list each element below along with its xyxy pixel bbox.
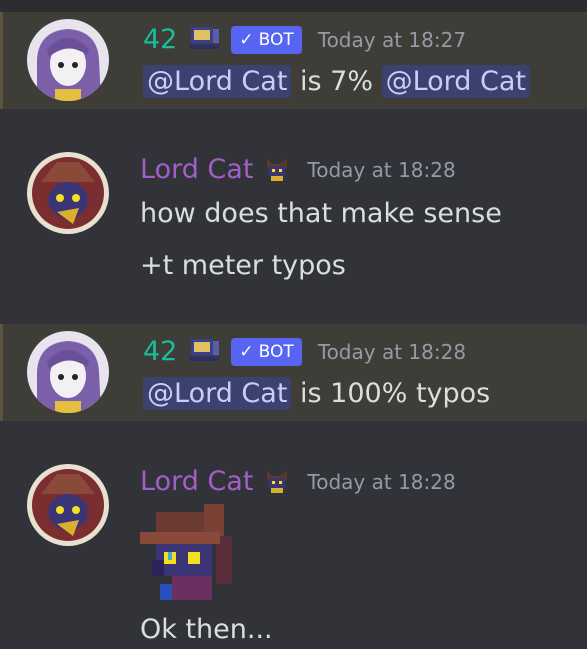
username[interactable]: Lord Cat: [140, 466, 253, 498]
bot-badge: ✓ BOT: [231, 338, 302, 366]
user-mention[interactable]: @Lord Cat: [143, 377, 292, 410]
username[interactable]: Lord Cat: [140, 154, 253, 186]
message-user-1[interactable]: Lord Cat Today at 18:28 how does that ma…: [0, 140, 587, 300]
cat-emoji-icon: [263, 154, 291, 186]
timestamp[interactable]: Today at 18:28: [307, 470, 455, 494]
username[interactable]: 42: [143, 24, 177, 56]
avatar[interactable]: [27, 152, 109, 234]
message-content: @Lord Cat is 100% typos: [143, 376, 490, 412]
top-divider: [0, 0, 587, 12]
message-content: @Lord Cat is 7% @Lord Cat: [143, 64, 531, 100]
computer-icon: [187, 25, 221, 55]
timestamp[interactable]: Today at 18:28: [318, 340, 466, 364]
user-mention[interactable]: @Lord Cat: [381, 65, 531, 98]
avatar[interactable]: [27, 331, 109, 413]
message-text: Ok then...: [140, 614, 273, 645]
message-text: is 7%: [300, 66, 373, 97]
timestamp[interactable]: Today at 18:27: [318, 28, 466, 52]
avatar[interactable]: [27, 19, 109, 101]
pixel-art-image[interactable]: [140, 504, 236, 604]
checkmark-icon: ✓: [239, 30, 254, 50]
message-text: is 100% typos: [300, 378, 491, 409]
timestamp[interactable]: Today at 18:28: [307, 158, 455, 182]
bot-badge-label: BOT: [258, 30, 294, 50]
user-mention[interactable]: @Lord Cat: [143, 65, 292, 98]
message-user-2[interactable]: Lord Cat Today at 18:28 Ok then...: [0, 452, 587, 649]
message-text: +t meter typos: [140, 250, 346, 281]
message-bot-1[interactable]: 42 ✓ BOT Today at 18:27 @Lord Cat is 7% …: [0, 12, 587, 109]
bot-badge: ✓ BOT: [231, 26, 302, 54]
avatar[interactable]: [27, 464, 109, 546]
message-text: how does that make sense: [140, 198, 502, 229]
checkmark-icon: ✓: [239, 342, 254, 362]
cat-emoji-icon: [263, 466, 291, 498]
message-bot-2[interactable]: 42 ✓ BOT Today at 18:28 @Lord Cat is 100…: [0, 324, 587, 421]
bot-badge-label: BOT: [258, 342, 294, 362]
computer-icon: [187, 337, 221, 367]
username[interactable]: 42: [143, 336, 177, 368]
